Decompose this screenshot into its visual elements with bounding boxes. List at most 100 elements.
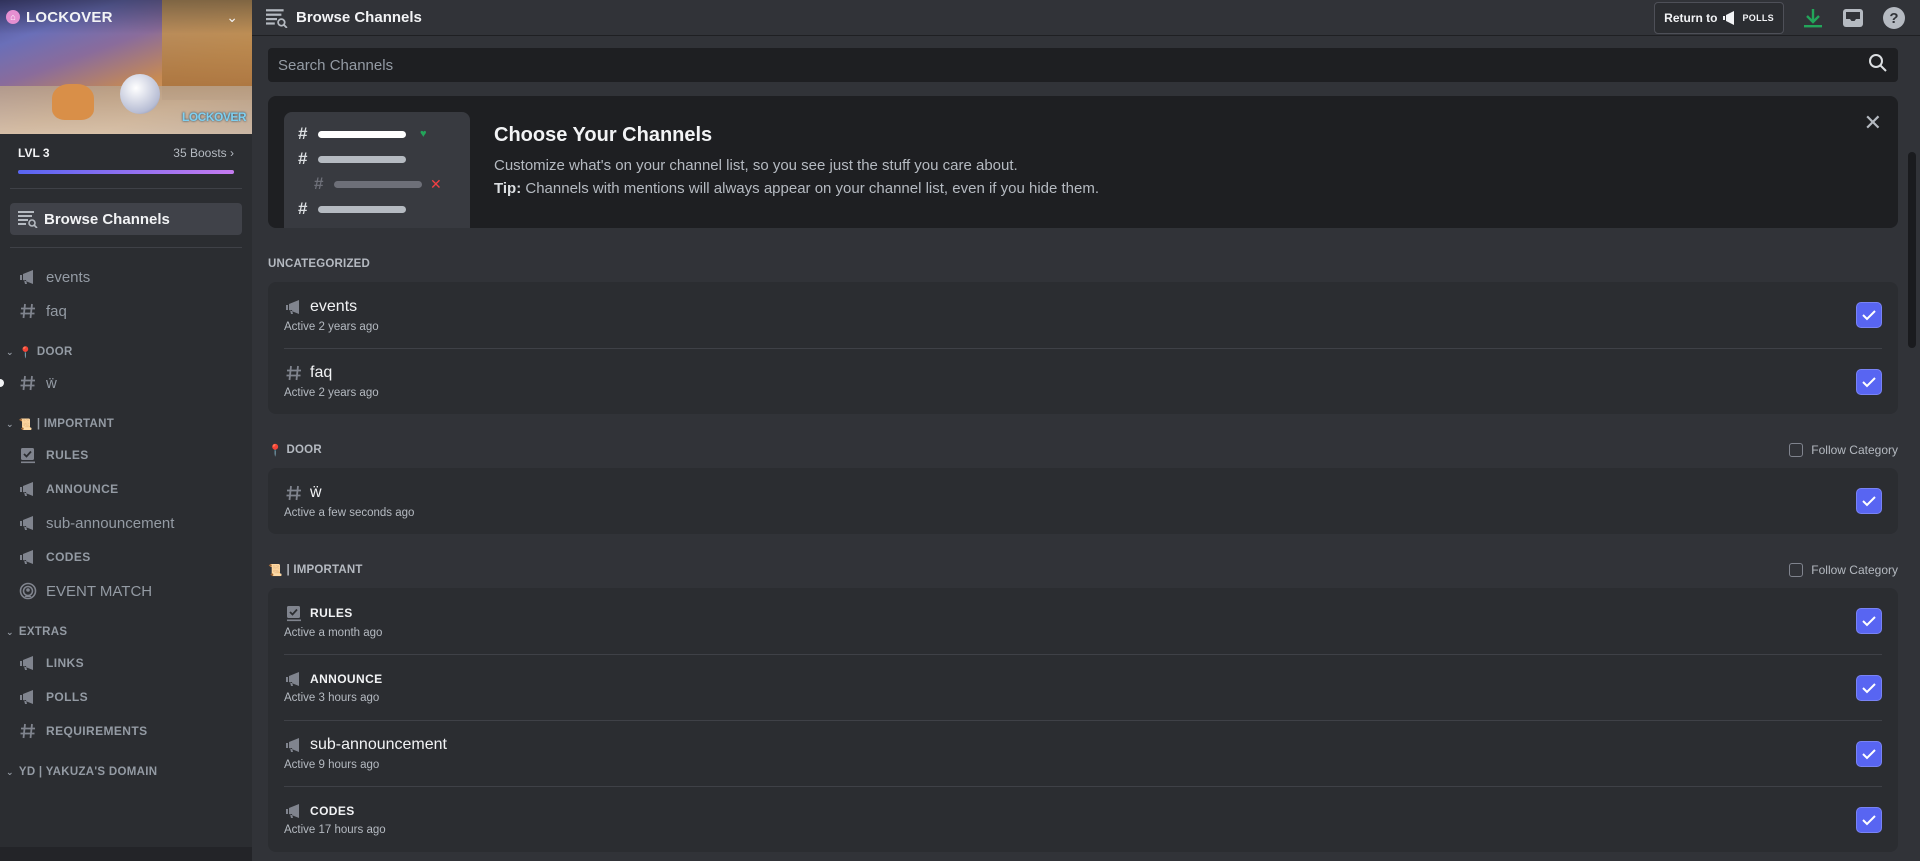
close-icon[interactable]: ✕ xyxy=(1864,110,1882,136)
sidebar-channel[interactable]: events xyxy=(0,260,252,294)
chevron-down-icon: ⌄ xyxy=(6,626,14,637)
download-icon[interactable] xyxy=(1802,7,1824,29)
search-input[interactable] xyxy=(278,56,1868,74)
boost-count[interactable]: 35 Boosts › xyxy=(173,146,234,160)
megaphone-icon xyxy=(18,689,38,705)
channel-row[interactable]: sub-announcement Active 9 hours ago xyxy=(284,720,1882,786)
banner-ball xyxy=(120,74,160,114)
hero-description: Customize what's on your channel list, s… xyxy=(494,157,1018,174)
channel-row[interactable]: events Active 2 years ago xyxy=(284,282,1882,348)
category-emoji: 📍 xyxy=(268,445,283,457)
channel-row[interactable]: RULES Active a month ago xyxy=(284,588,1882,654)
sidebar-channel[interactable]: REQUIREMENTS xyxy=(0,714,252,748)
section-label: UNCATEGORIZED xyxy=(268,258,371,270)
channel-name: events xyxy=(310,297,358,315)
megaphone-icon xyxy=(284,803,304,819)
sidebar-channel[interactable]: RULES xyxy=(0,438,252,472)
browse-channels-icon xyxy=(18,211,38,228)
sidebar-category-name: DOOR xyxy=(36,346,73,358)
sidebar-channel[interactable]: ANNOUNCE xyxy=(0,472,252,506)
divider xyxy=(10,188,242,189)
channel-row[interactable]: CODES Active 17 hours ago xyxy=(284,786,1882,852)
sidebar-category[interactable]: ⌄ YD | YAKUZA'S DOMAIN xyxy=(0,758,252,786)
rules-icon xyxy=(18,446,38,464)
server-banner: LOCKOVER ⌂ LOCKOVER ⌄ xyxy=(0,0,252,134)
sidebar-category[interactable]: ⌄ 📜 | IMPORTANT xyxy=(0,410,252,438)
help-icon[interactable]: ? xyxy=(1882,6,1906,30)
sidebar-channel-name: EVENT MATCH xyxy=(46,582,153,600)
megaphone-icon xyxy=(18,655,38,671)
return-to-channel-button[interactable]: Return to POLLS xyxy=(1654,1,1784,34)
megaphone-icon xyxy=(18,481,38,497)
hash-icon xyxy=(284,364,304,382)
sidebar-channel[interactable]: LINKS xyxy=(0,646,252,680)
channel-list-illustration: # ♥ # # ✕ # xyxy=(284,112,470,228)
channel-checkbox[interactable] xyxy=(1856,806,1882,833)
follow-category-checkbox[interactable]: Follow Category xyxy=(1789,563,1898,577)
sidebar-channel[interactable]: faq xyxy=(0,294,252,328)
sidebar-channel-name: REQUIREMENTS xyxy=(46,724,148,738)
checkbox-unchecked[interactable] xyxy=(1789,563,1804,577)
sidebar-browse-channels[interactable]: Browse Channels xyxy=(10,203,242,235)
channel-checkbox[interactable] xyxy=(1856,368,1882,395)
sidebar-channel-name: ẅ xyxy=(46,374,57,392)
sidebar-channel-name: ANNOUNCE xyxy=(46,482,119,496)
sidebar-channel-name: LINKS xyxy=(46,656,84,670)
sidebar-channel-name: POLLS xyxy=(46,690,89,704)
search-bar[interactable] xyxy=(268,48,1898,82)
sidebar-channel[interactable]: POLLS xyxy=(0,680,252,714)
megaphone-icon xyxy=(284,671,304,687)
channel-name: sub-announcement xyxy=(310,736,447,753)
sidebar-category[interactable]: ⌄ 📍 DOOR xyxy=(0,338,252,366)
sidebar-channel-name: events xyxy=(46,268,91,286)
channel-row[interactable]: ẅ Active a few seconds ago xyxy=(284,468,1882,534)
sidebar-channel-name: sub-announcement xyxy=(46,514,175,532)
sidebar-category[interactable]: ⌄ EXTRAS xyxy=(0,618,252,646)
channel-checkbox[interactable] xyxy=(1856,740,1882,767)
sidebar-channel[interactable]: ẅ xyxy=(0,366,252,400)
chevron-down-icon[interactable]: ⌄ xyxy=(226,9,238,26)
channel-checkbox[interactable] xyxy=(1856,302,1882,328)
section-header: 📜 | IMPORTANT Follow Category xyxy=(268,562,1898,578)
channel-row[interactable]: faq Active 2 years ago xyxy=(284,348,1882,414)
channel-checkbox[interactable] xyxy=(1856,674,1882,701)
follow-category-checkbox[interactable]: Follow Category xyxy=(1789,443,1898,457)
megaphone-icon xyxy=(284,299,304,315)
hash-icon xyxy=(18,722,38,740)
sidebar-channel-name: CODES xyxy=(46,550,91,564)
server-header[interactable]: ⌂ LOCKOVER ⌄ xyxy=(0,0,252,34)
channel-activity: Active 9 hours ago xyxy=(284,759,380,771)
checkbox-unchecked[interactable] xyxy=(1789,443,1804,457)
channel-activity: Active 2 years ago xyxy=(284,387,379,399)
sidebar-channel-list: events faq ⌄ 📍 DOOR ẅ ⌄ 📜 | IMPORTANT RULES ANNOUN… xyxy=(0,248,252,786)
boost-level: LVL 3 xyxy=(18,146,50,160)
browse-channels-icon xyxy=(266,8,288,28)
boost-progress[interactable]: LVL 3 35 Boosts › xyxy=(0,134,252,174)
section-label: 📜 | IMPORTANT xyxy=(268,564,363,577)
check-icon xyxy=(1862,616,1876,627)
chevron-right-icon: › xyxy=(230,146,234,160)
scrollbar[interactable] xyxy=(1908,152,1916,348)
check-icon xyxy=(1862,748,1876,759)
megaphone-icon xyxy=(18,269,38,285)
svg-text:?: ? xyxy=(1889,10,1898,27)
channel-name: RULES xyxy=(310,605,353,620)
hero-title: Choose Your Channels xyxy=(494,124,713,146)
chevron-down-icon: ⌄ xyxy=(6,418,14,429)
hash-icon xyxy=(18,302,38,320)
user-panel xyxy=(0,847,252,861)
inbox-icon[interactable] xyxy=(1842,7,1864,29)
check-icon xyxy=(1862,814,1876,825)
sidebar-channel[interactable]: sub-announcement xyxy=(0,506,252,540)
category-emoji: 📜 xyxy=(268,565,283,577)
channel-checkbox[interactable] xyxy=(1856,608,1882,634)
sidebar-category-name: EXTRAS xyxy=(18,626,68,638)
stage-icon xyxy=(18,582,38,600)
channel-row[interactable]: ANNOUNCE Active 3 hours ago xyxy=(284,654,1882,720)
sidebar-channel[interactable]: EVENT MATCH xyxy=(0,574,252,608)
section-header: UNCATEGORIZED xyxy=(268,256,1898,272)
sidebar-category-name: | IMPORTANT xyxy=(36,418,115,430)
search-icon[interactable] xyxy=(1868,53,1888,78)
channel-checkbox[interactable] xyxy=(1856,488,1882,514)
sidebar-channel[interactable]: CODES xyxy=(0,540,252,574)
